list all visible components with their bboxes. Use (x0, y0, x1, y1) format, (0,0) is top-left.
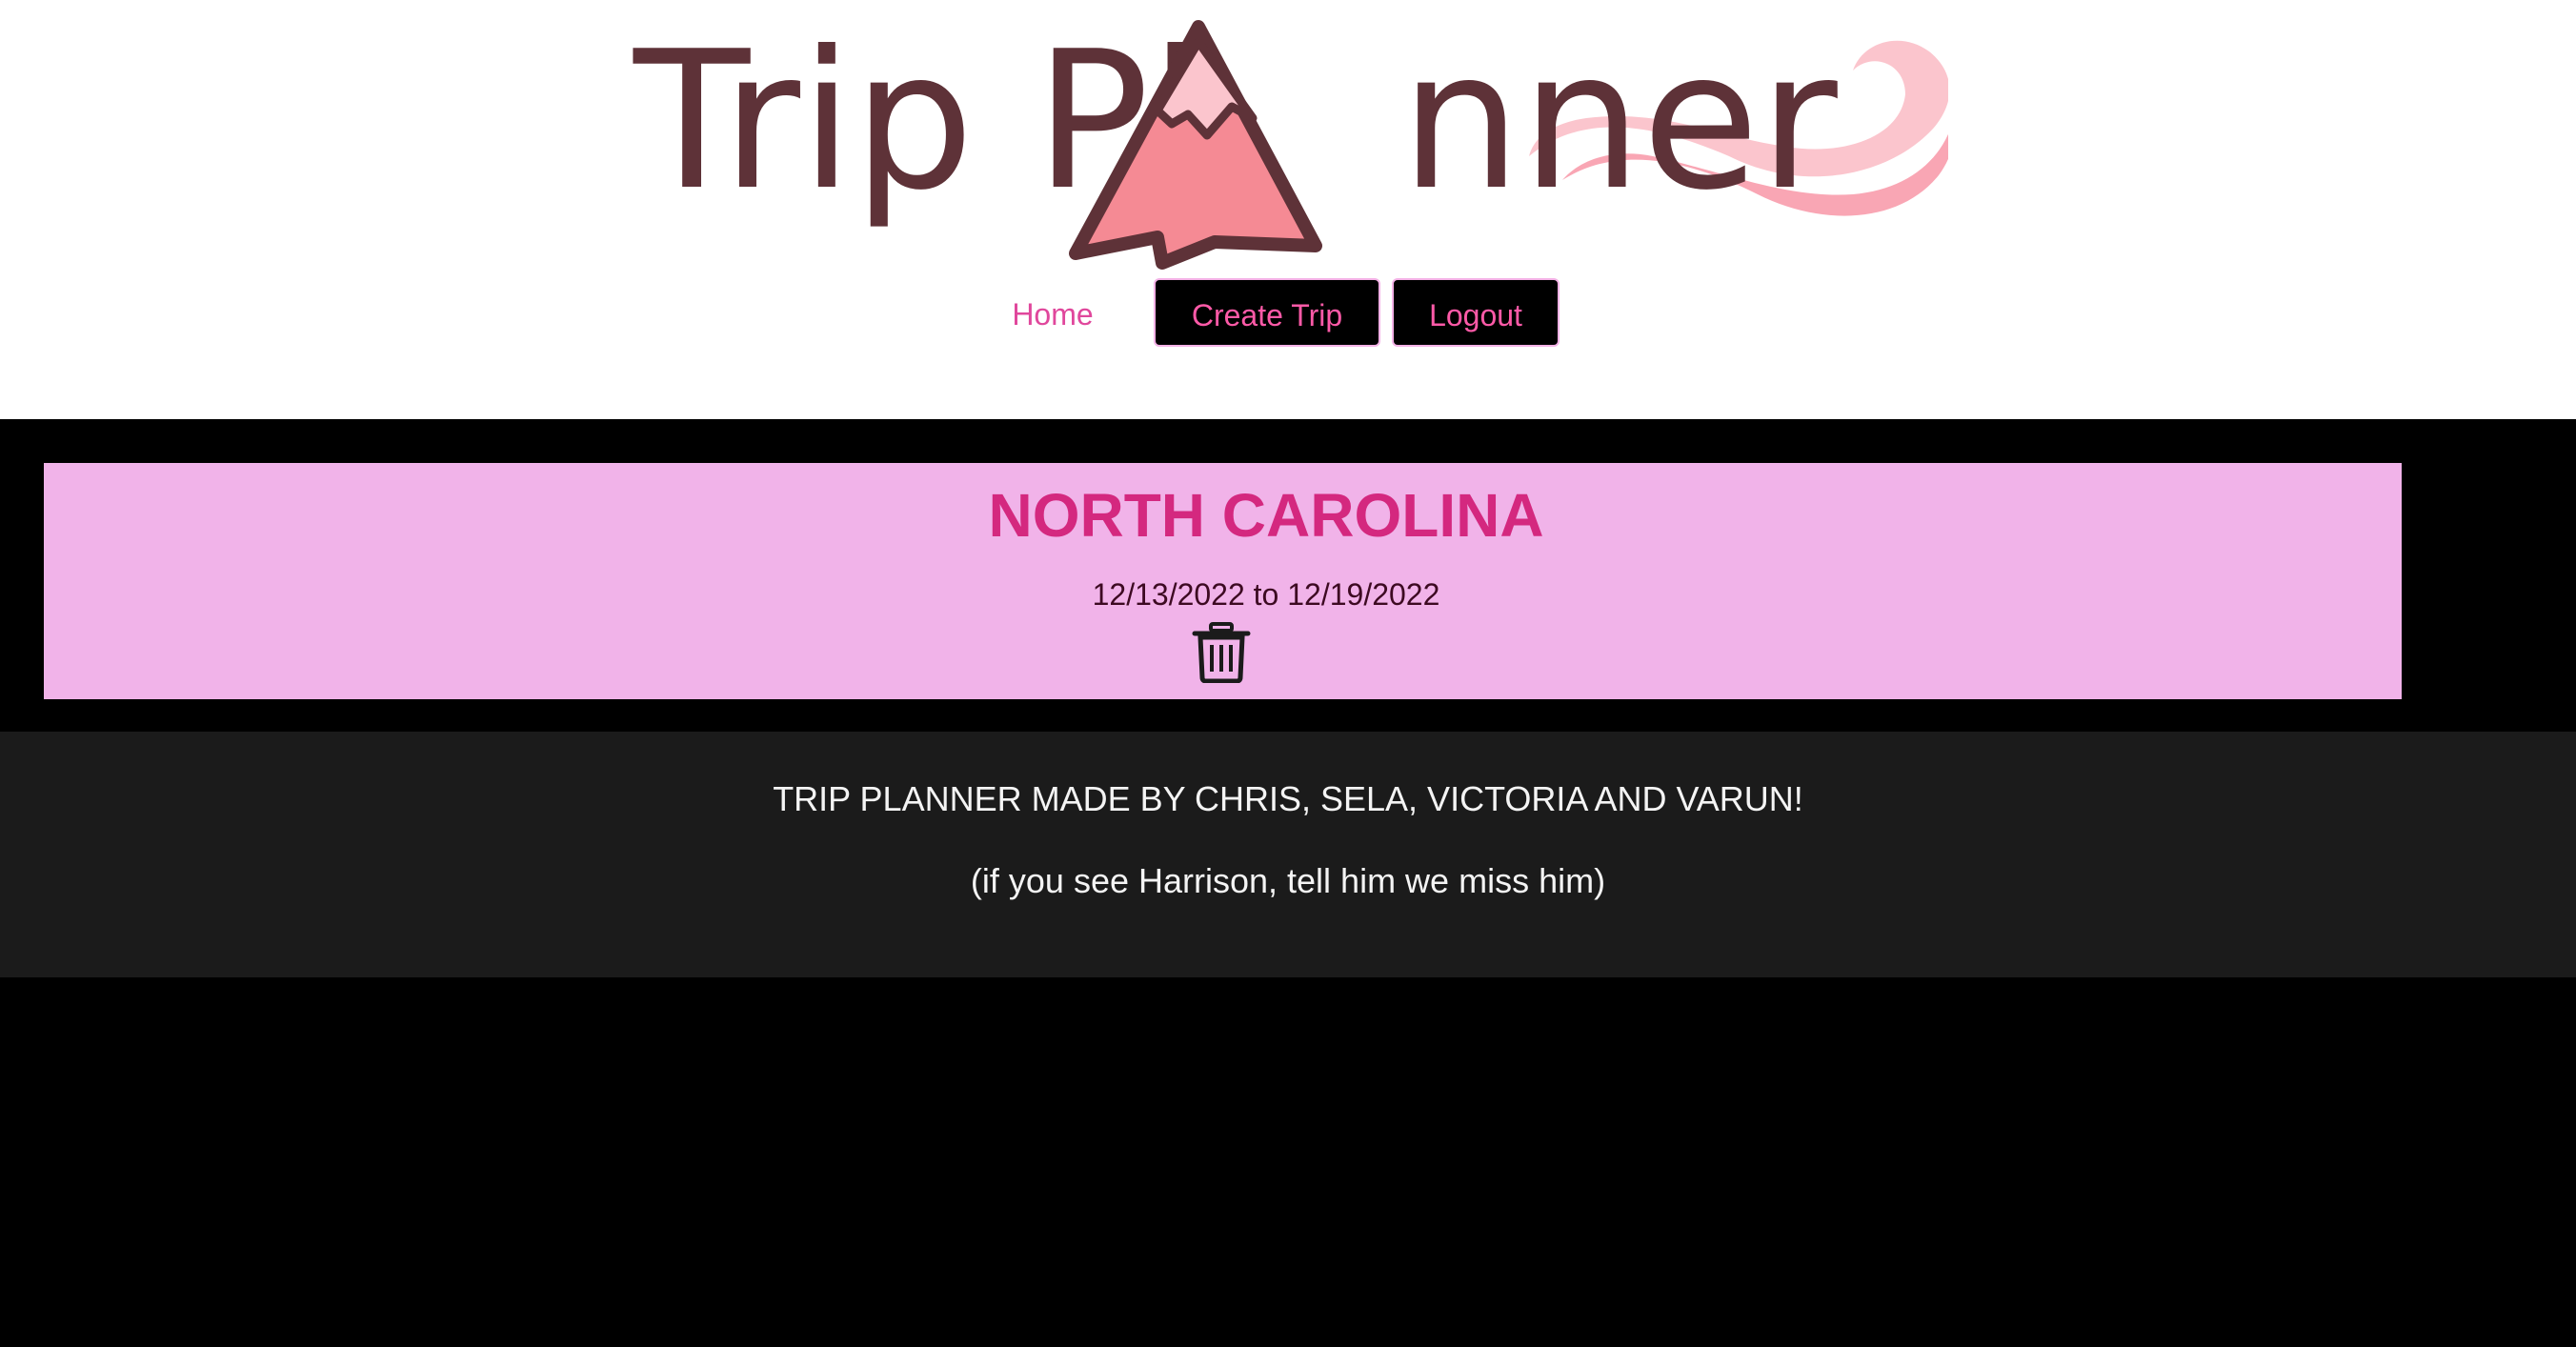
footer-note: (if you see Harrison, tell him we miss h… (970, 861, 1606, 900)
trip-card[interactable]: NORTH CAROLINA 12/13/2022 to 12/19/2022 (44, 463, 2402, 699)
trip-planner-logo[interactable]: Trip Pl nner (624, 13, 1948, 276)
page: Trip Pl nner Home Create Trip Logout NOR… (0, 0, 2576, 1347)
main-nav: Home Create Trip Logout (0, 278, 2576, 351)
trash-icon[interactable] (1192, 622, 1251, 684)
footer-credits: TRIP PLANNER MADE BY CHRIS, SELA, VICTOR… (773, 779, 1803, 818)
create-trip-button[interactable]: Create Trip (1154, 278, 1380, 347)
site-header: Trip Pl nner Home Create Trip Logout (0, 0, 2576, 419)
trip-dates: 12/13/2022 to 12/19/2022 (1092, 577, 1440, 612)
site-footer: TRIP PLANNER MADE BY CHRIS, SELA, VICTOR… (0, 732, 2576, 977)
nav-home-link[interactable]: Home (986, 278, 1119, 351)
logout-button[interactable]: Logout (1392, 278, 1560, 347)
trip-title: NORTH CAROLINA (988, 481, 1544, 550)
svg-text:nner: nner (1400, 13, 1839, 232)
